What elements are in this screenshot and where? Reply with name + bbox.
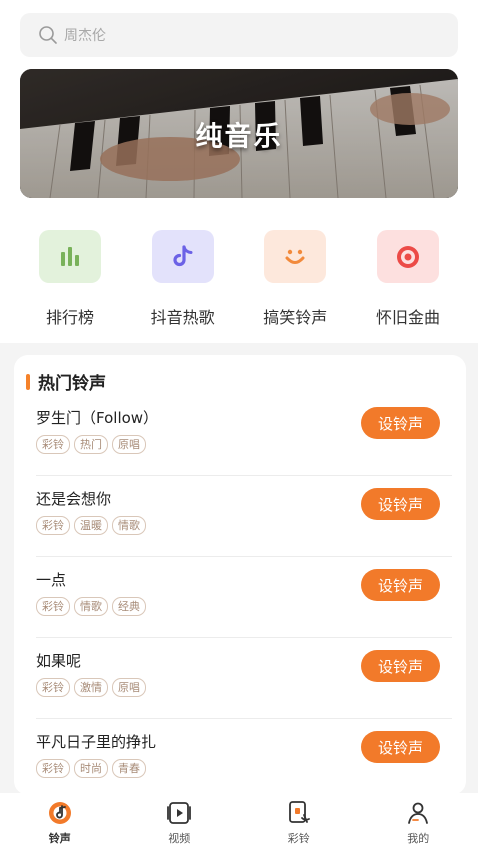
song-tag: 青春: [112, 759, 146, 778]
bottom-tab-bar: 铃声 视频 彩铃 我的: [0, 793, 478, 850]
ringtone-music-icon: [48, 802, 71, 824]
category-douyin-tile: [151, 230, 214, 283]
tab-label: 我的: [407, 832, 430, 845]
song-name: 一点: [36, 571, 67, 589]
song-tag: 时尚: [74, 759, 108, 778]
tab-label: 铃声: [48, 832, 71, 845]
banner-title: 纯音乐: [195, 121, 283, 152]
tab-mine[interactable]: 我的: [359, 793, 478, 850]
song-tag: 激情: [74, 678, 108, 697]
search-placeholder: 周杰伦: [64, 28, 106, 44]
song-name: 平凡日子里的挣扎: [36, 733, 157, 751]
song-tag: 彩铃: [36, 678, 70, 697]
category-chart-tile: [39, 230, 101, 283]
tab-ringtone[interactable]: 铃声: [0, 793, 120, 850]
song-tag: 彩铃: [36, 435, 70, 454]
category-funny[interactable]: 搞笑铃声: [245, 230, 345, 330]
category-label: 怀旧金曲: [375, 308, 440, 327]
song-name: 如果呢: [36, 652, 82, 670]
set-ringtone-button[interactable]: 设铃声: [361, 731, 440, 763]
song-tag: 彩铃: [36, 759, 70, 778]
category-label: 搞笑铃声: [263, 308, 328, 327]
section-accent-bar: [26, 373, 30, 390]
phone-ring-icon: [288, 801, 310, 823]
song-tag: 彩铃: [36, 516, 70, 535]
section-header: 热门铃声: [26, 369, 106, 394]
song-row[interactable]: 平凡日子里的挣扎 彩铃 时尚 青春 设铃声: [36, 719, 452, 795]
song-tag: 原唱: [112, 678, 146, 697]
chart-bars-icon: [61, 246, 79, 266]
set-ringtone-button[interactable]: 设铃声: [361, 488, 440, 520]
section-title: 热门铃声: [38, 374, 106, 394]
set-ringtone-button[interactable]: 设铃声: [361, 650, 440, 682]
song-tags: 彩铃 情歌 经典: [36, 597, 146, 616]
song-tag: 原唱: [112, 435, 146, 454]
app-root: 周杰伦 纯音乐 排行榜 抖音热歌 搞笑铃声 怀旧金曲 热门铃声 罗生门（Foll…: [0, 0, 478, 850]
banner-pure-music[interactable]: 纯音乐: [20, 69, 458, 198]
video-play-icon: [167, 802, 192, 824]
tab-video[interactable]: 视频: [120, 793, 240, 850]
song-tag: 热门: [74, 435, 108, 454]
user-profile-icon: [408, 802, 429, 824]
set-ringtone-button[interactable]: 设铃声: [361, 569, 440, 601]
category-label: 抖音热歌: [150, 308, 215, 327]
tiktok-icon: [173, 244, 193, 266]
category-classic[interactable]: 怀旧金曲: [358, 230, 458, 330]
song-tag: 彩铃: [36, 597, 70, 616]
category-chart[interactable]: 排行榜: [20, 230, 120, 330]
category-grid: 排行榜 抖音热歌 搞笑铃声 怀旧金曲: [20, 230, 458, 330]
category-douyin[interactable]: 抖音热歌: [133, 230, 233, 330]
search-bar[interactable]: 周杰伦: [20, 13, 458, 57]
song-tag: 情歌: [74, 597, 108, 616]
hot-ringtones-card: 热门铃声 罗生门（Follow） 彩铃 热门 原唱 设铃声 还是会想你 彩铃 温…: [14, 355, 466, 795]
search-icon: [39, 26, 57, 44]
tab-color-ring[interactable]: 彩铃: [239, 793, 359, 850]
tab-label: 彩铃: [287, 832, 310, 845]
category-classic-tile: [376, 230, 439, 283]
song-tag: 经典: [112, 597, 146, 616]
song-tags: 彩铃 时尚 青春: [36, 759, 146, 778]
song-tags: 彩铃 激情 原唱: [36, 678, 146, 697]
song-tags: 彩铃 热门 原唱: [36, 435, 146, 454]
song-row[interactable]: 如果呢 彩铃 激情 原唱 设铃声: [36, 638, 452, 719]
song-row[interactable]: 还是会想你 彩铃 温暖 情歌 设铃声: [36, 476, 452, 557]
song-name: 罗生门（Follow）: [36, 409, 159, 427]
song-name: 还是会想你: [36, 490, 112, 508]
song-tag: 情歌: [112, 516, 146, 535]
tab-label: 视频: [168, 832, 191, 845]
song-tag: 温暖: [74, 516, 108, 535]
song-row[interactable]: 一点 彩铃 情歌 经典 设铃声: [36, 557, 452, 638]
song-row[interactable]: 罗生门（Follow） 彩铃 热门 原唱 设铃声: [36, 395, 452, 476]
song-tags: 彩铃 温暖 情歌: [36, 516, 146, 535]
category-funny-tile: [264, 230, 327, 283]
category-label: 排行榜: [45, 308, 94, 327]
record-target-icon: [396, 245, 419, 268]
set-ringtone-button[interactable]: 设铃声: [361, 407, 440, 439]
smile-icon: [285, 249, 305, 264]
